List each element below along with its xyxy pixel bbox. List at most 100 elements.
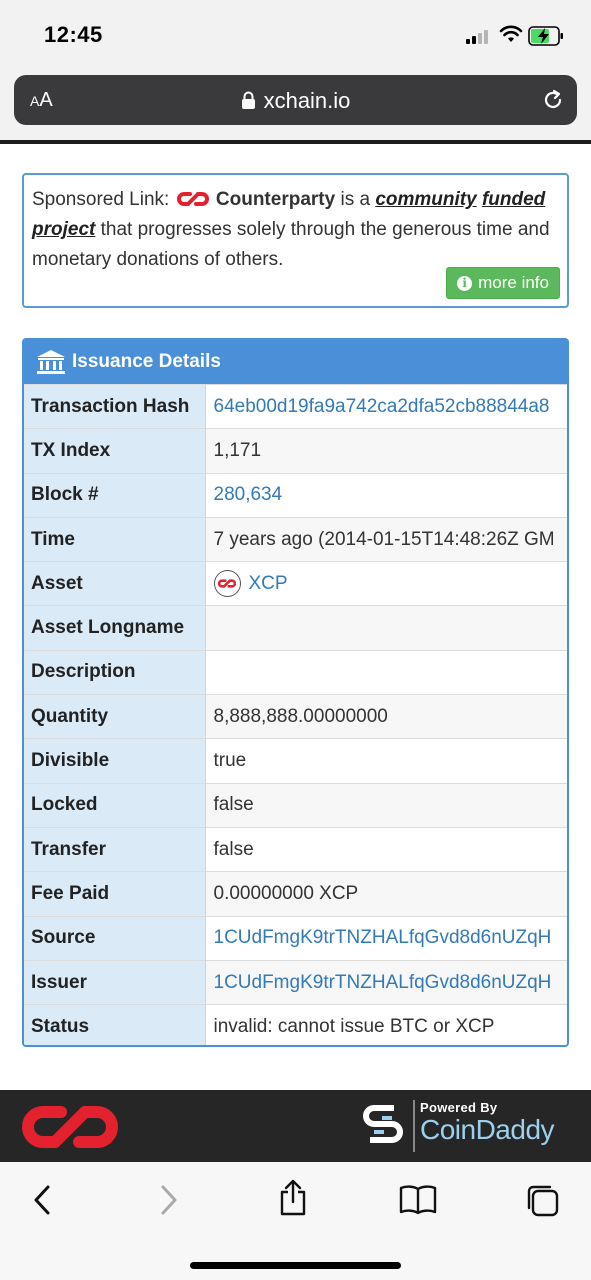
footer-divider: [413, 1100, 415, 1152]
asset-cell: XCP: [213, 570, 568, 598]
sponsored-prefix: Sponsored Link:: [32, 189, 170, 210]
row-value-cell: invalid: cannot issue BTC or XCP: [205, 1004, 567, 1045]
address-bar[interactable]: AA xchain.io: [14, 75, 577, 125]
row-label: Source: [24, 915, 206, 961]
counterparty-logo-icon: [176, 192, 209, 206]
row-value-link[interactable]: 280,634: [214, 484, 283, 505]
tabs-icon[interactable]: [525, 1183, 561, 1219]
community-link[interactable]: community: [375, 189, 476, 210]
row-value-cell: [205, 649, 567, 695]
row-value-cell: 1,171: [205, 428, 567, 474]
panel-title: Issuance Details: [72, 351, 221, 372]
back-icon[interactable]: [30, 1182, 54, 1218]
panel-header: Issuance Details: [24, 340, 567, 384]
table-row: Divisible true: [24, 738, 567, 784]
more-info-label: more info: [478, 273, 549, 292]
row-value-cell: 280,634: [205, 472, 567, 518]
browser-toolbar: [0, 1162, 591, 1280]
bookmarks-icon[interactable]: [399, 1184, 437, 1216]
row-label: Transaction Hash: [24, 383, 206, 429]
issuance-details-panel: Issuance Details Transaction Hash 64eb00d…: [22, 338, 569, 1047]
row-label: Status: [24, 1004, 206, 1045]
url-text: xchain.io: [263, 88, 351, 113]
details-table: Transaction Hash 64eb00d19fa9a742ca2dfa52…: [24, 383, 568, 1045]
sponsored-suffix: that progresses solely through the gener…: [32, 219, 550, 270]
counterparty-brand: Counterparty: [215, 189, 336, 210]
row-value: true: [213, 750, 247, 772]
table-row: Time 7 years ago (2014-01-15T14:48:26Z GM: [24, 516, 567, 562]
browser-chrome: AA xchain.io: [0, 70, 591, 142]
table-row: Asset Longname: [24, 605, 567, 651]
status-bar: 12:45: [0, 0, 591, 70]
row-value: invalid: cannot issue BTC or XCP: [213, 1016, 495, 1038]
table-row: Asset XCP: [24, 561, 568, 606]
row-label: Divisible: [24, 738, 206, 784]
home-indicator: [190, 1262, 401, 1269]
row-value: false: [213, 838, 254, 860]
table-row: Transfer false: [24, 826, 567, 872]
table-row: Issuer 1CUdFmgK9trTNZHALfqGvd8d6nUZqH: [24, 959, 567, 1005]
row-label: Time: [24, 516, 206, 562]
row-label: Block #: [24, 472, 206, 518]
row-label: Description: [24, 649, 206, 695]
row-label: Locked: [24, 782, 206, 828]
row-value-cell: false: [205, 782, 567, 828]
table-row: Description: [24, 649, 567, 695]
row-value: false: [213, 794, 254, 816]
row-value: 7 years ago (2014-01-15T14:48:26Z GM: [213, 528, 555, 550]
battery-charging-icon: [528, 26, 563, 46]
row-value: 1,171: [213, 439, 262, 461]
forward-icon[interactable]: [157, 1182, 181, 1218]
row-value-cell: 1CUdFmgK9trTNZHALfqGvd8d6nUZqH: [205, 959, 567, 1005]
reload-icon[interactable]: [541, 88, 565, 112]
table-row: TX Index 1,171: [24, 428, 567, 474]
sponsored-link-box: Sponsored Link: Counterparty is a commun…: [22, 173, 569, 308]
row-value-link[interactable]: 64eb00d19fa9a742ca2dfa52cb88844a8: [214, 396, 550, 417]
lock-icon: [241, 91, 255, 109]
row-label: Transfer: [24, 826, 206, 872]
share-icon[interactable]: [278, 1178, 308, 1218]
row-value-cell: 1CUdFmgK9trTNZHALfqGvd8d6nUZqH: [205, 915, 567, 961]
row-value-cell: true: [205, 738, 567, 784]
row-label: TX Index: [24, 428, 206, 474]
bank-icon: [37, 350, 65, 374]
more-info-button[interactable]: i more info: [446, 267, 560, 299]
sponsored-text: Sponsored Link: Counterparty is a commun…: [32, 185, 559, 275]
table-row: Locked false: [24, 782, 567, 828]
table-row: Block # 280,634: [24, 472, 567, 518]
table-row: Status invalid: cannot issue BTC or XCP: [24, 1004, 567, 1045]
row-label: Asset Longname: [24, 605, 206, 651]
table-row: Source 1CUdFmgK9trTNZHALfqGvd8d6nUZqH: [24, 915, 567, 961]
row-label: Asset: [24, 561, 206, 606]
coindaddy-wordmark[interactable]: CoinDaddy: [420, 1114, 555, 1146]
site-footer: Powered By CoinDaddy: [0, 1090, 591, 1162]
page-top-border: [0, 140, 591, 144]
coindaddy-logo-icon[interactable]: [358, 1098, 408, 1154]
row-value-cell: false: [205, 826, 567, 872]
row-value-cell: XCP: [205, 561, 568, 606]
row-label: Issuer: [24, 959, 206, 1005]
powered-by-label: Powered By: [420, 1100, 498, 1115]
row-value-link[interactable]: 1CUdFmgK9trTNZHALfqGvd8d6nUZqH: [214, 972, 552, 993]
row-value-cell: 7 years ago (2014-01-15T14:48:26Z GM: [205, 516, 567, 562]
row-value-cell: 0.00000000 XCP: [205, 871, 567, 917]
row-value-cell: 64eb00d19fa9a742ca2dfa52cb88844a8: [205, 383, 567, 429]
row-value-cell: 8,888,888.00000000: [205, 694, 567, 739]
counterparty-footer-logo-icon[interactable]: [22, 1100, 118, 1154]
wifi-icon: [499, 25, 523, 42]
row-value: 8,888,888.00000000: [213, 705, 388, 727]
sponsored-is-a: is a: [340, 189, 371, 210]
row-label: Quantity: [24, 694, 206, 739]
row-label: Fee Paid: [24, 871, 206, 917]
table-row: Quantity 8,888,888.00000000: [24, 694, 567, 739]
info-icon: i: [457, 275, 473, 291]
status-time: 12:45: [44, 22, 103, 47]
row-value-link[interactable]: XCP: [249, 573, 288, 595]
row-value-link[interactable]: 1CUdFmgK9trTNZHALfqGvd8d6nUZqH: [214, 927, 552, 948]
table-row: Transaction Hash 64eb00d19fa9a742ca2dfa52…: [24, 383, 567, 429]
cellular-signal-icon: [466, 28, 492, 44]
xcp-asset-icon[interactable]: [213, 570, 241, 598]
row-value: 0.00000000 XCP: [213, 882, 359, 904]
row-value-cell: [205, 605, 567, 651]
table-row: Fee Paid 0.00000000 XCP: [24, 871, 567, 917]
